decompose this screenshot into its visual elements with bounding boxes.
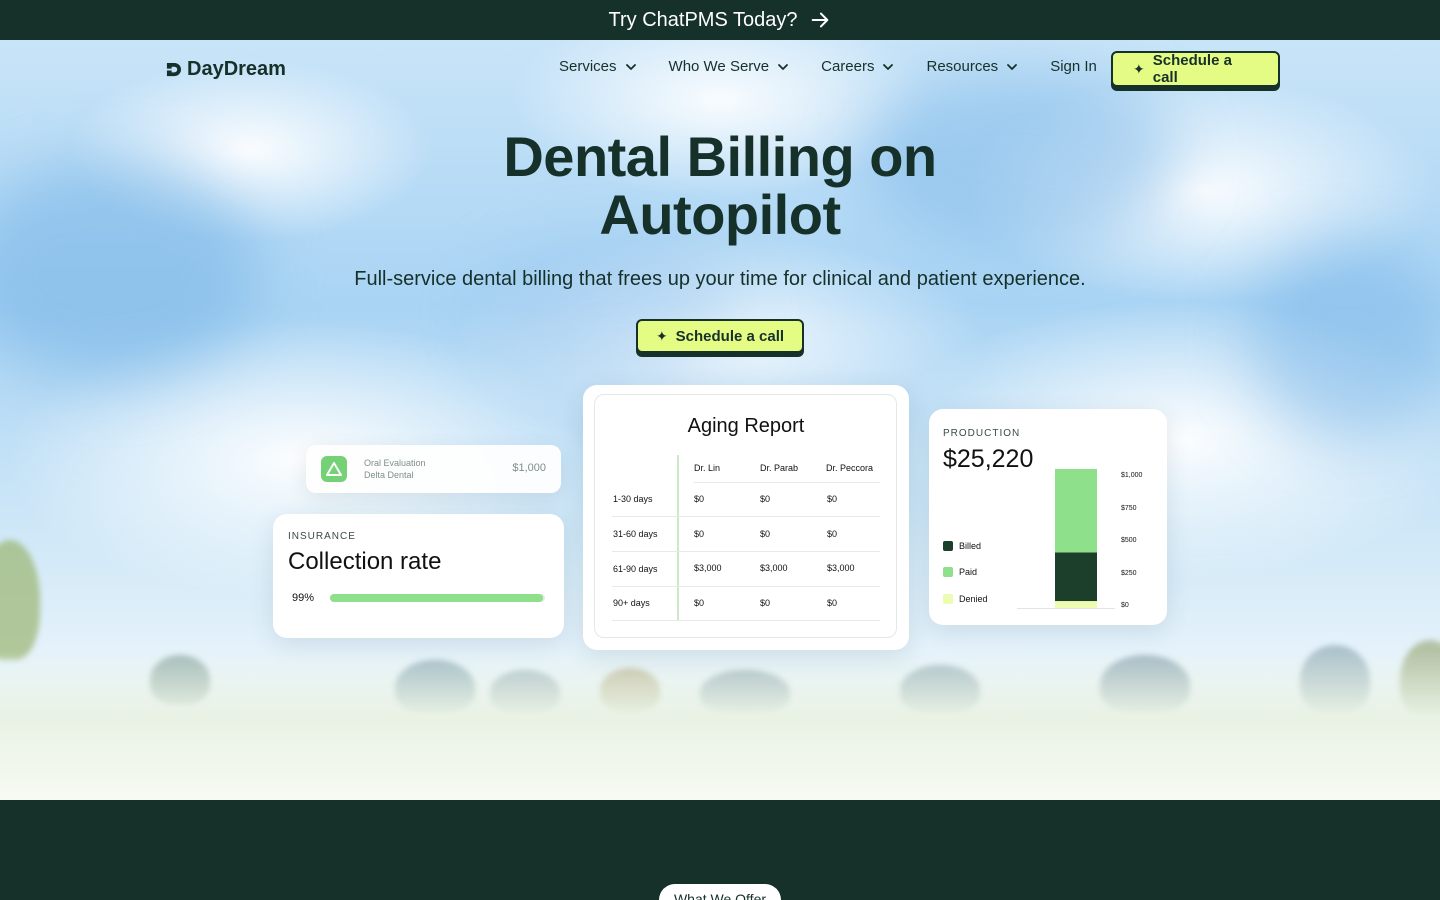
row-label: 1-30 days [613, 494, 653, 504]
legend-label: Denied [959, 594, 988, 604]
table-cell: $3,000 [760, 563, 788, 573]
daydream-logo-icon [166, 62, 181, 77]
table-cell: $0 [760, 494, 771, 504]
column-header: Dr. Peccora [826, 463, 874, 473]
hero-headline: Dental Billing on Autopilot [0, 128, 1440, 244]
button-label: Schedule a call [675, 327, 785, 345]
sparkle-icon: ✦ [1133, 60, 1145, 77]
bar-segment-denied [1055, 601, 1097, 608]
claim-amount: $1,000 [512, 462, 546, 474]
nav-item-label: Resources [926, 58, 999, 75]
table-cell: $0 [694, 598, 705, 608]
nav-item-services[interactable]: Services [559, 58, 637, 75]
sky-patch [480, 240, 740, 380]
schedule-call-button[interactable]: ✦ Schedule a call [1111, 51, 1280, 87]
nav-item-careers[interactable]: Careers [821, 58, 894, 75]
table-cell: $0 [694, 494, 705, 504]
card-label: INSURANCE [288, 531, 356, 542]
aging-report-title: Aging Report [687, 415, 805, 437]
button-label: Schedule a call [1152, 52, 1232, 86]
what-we-offer-section: What We Offer [0, 800, 1440, 900]
bar-segment-paid [1055, 469, 1097, 553]
row-label: 61-90 days [613, 564, 658, 574]
tick-label: $500 [1121, 537, 1137, 544]
row-label: 31-60 days [613, 529, 658, 539]
table-cell: $0 [694, 529, 705, 539]
table-cell: $0 [827, 598, 838, 608]
headline-line-2: Autopilot [599, 183, 841, 246]
column-header: Dr. Parab [760, 463, 799, 473]
chevron-down-icon [625, 63, 636, 70]
table-cell: $0 [760, 529, 771, 539]
row-divider [612, 516, 880, 517]
row-divider [612, 620, 880, 621]
section-pill: What We Offer [659, 884, 781, 900]
table-cell: $3,000 [694, 563, 722, 573]
table-cell: $0 [760, 598, 771, 608]
nav-item-label: Services [559, 58, 617, 75]
logo[interactable]: DayDream [166, 58, 286, 81]
chevron-down-icon [778, 63, 789, 70]
tree [0, 540, 40, 660]
row-divider [612, 586, 880, 587]
table-cell: $0 [827, 529, 838, 539]
production-card: PRODUCTION $25,220 Billed Paid Denied $1… [929, 409, 1167, 625]
announcement-text: Try ChatPMS Today? [608, 8, 798, 31]
tick-label: $0 [1121, 602, 1129, 609]
arrow-right-icon [812, 12, 829, 28]
column-header: Dr. Lin [694, 463, 721, 473]
claim-card: Oral Evaluation Delta Dental $1,000 [306, 445, 561, 493]
collection-rate-card: INSURANCE Collection rate 99% [273, 514, 564, 638]
stacked-bar-chart [1055, 469, 1097, 608]
legend-swatch [943, 541, 953, 551]
aging-report-card: Aging Report [583, 385, 909, 650]
table-cell: $0 [827, 494, 838, 504]
row-divider [612, 551, 880, 552]
claim-payer: Delta Dental [364, 470, 414, 480]
row-divider [694, 482, 880, 483]
legend-swatch [943, 567, 953, 577]
legend-billed: Billed [943, 541, 981, 551]
chevron-down-icon [883, 63, 894, 70]
hero-subheadline: Full-service dental billing that frees u… [354, 268, 1086, 290]
progress-track [330, 594, 545, 602]
legend-label: Billed [959, 541, 982, 551]
chevron-down-icon [1007, 63, 1018, 70]
triangle-logo-icon [321, 456, 347, 482]
claim-title: Oral Evaluation [364, 458, 426, 468]
tick-label: $250 [1121, 570, 1137, 577]
card-label: PRODUCTION [943, 428, 1021, 439]
legend-label: Paid [959, 567, 978, 577]
nav-item-label: Who We Serve [668, 58, 770, 75]
logo-text: DayDream [187, 58, 286, 80]
sign-in-link[interactable]: Sign In [1050, 58, 1097, 75]
card-title: Collection rate [288, 548, 442, 575]
sign-in-label: Sign In [1050, 58, 1097, 75]
nav-item-who-we-serve[interactable]: Who We Serve [669, 58, 790, 75]
headline-line-1: Dental Billing on [503, 125, 937, 188]
production-value: $25,220 [943, 445, 1034, 473]
progress-fill [330, 594, 543, 602]
top-nav: DayDream Services Who We Serve Careers R… [0, 40, 1440, 98]
ground [0, 650, 1440, 800]
sparkle-icon: ✦ [655, 327, 668, 344]
row-label: 90+ days [613, 598, 650, 608]
announcement-bar[interactable]: Try ChatPMS Today? [0, 0, 1440, 40]
hero-schedule-call-button[interactable]: ✦ Schedule a call [636, 319, 804, 353]
tick-label: $1,000 [1121, 472, 1143, 479]
nav-menu: Services Who We Serve Careers Resources … [559, 58, 1097, 75]
legend-denied: Denied [943, 594, 988, 604]
legend-paid: Paid [943, 567, 977, 577]
tick-label: $750 [1121, 505, 1137, 512]
table-cell: $3,000 [827, 563, 855, 573]
aging-divider [677, 455, 679, 621]
nav-item-label: Careers [821, 58, 875, 75]
percent-value: 99% [292, 592, 315, 604]
bar-segment-billed [1055, 552, 1097, 602]
nav-item-resources[interactable]: Resources [926, 58, 1018, 75]
legend-swatch [943, 594, 953, 604]
